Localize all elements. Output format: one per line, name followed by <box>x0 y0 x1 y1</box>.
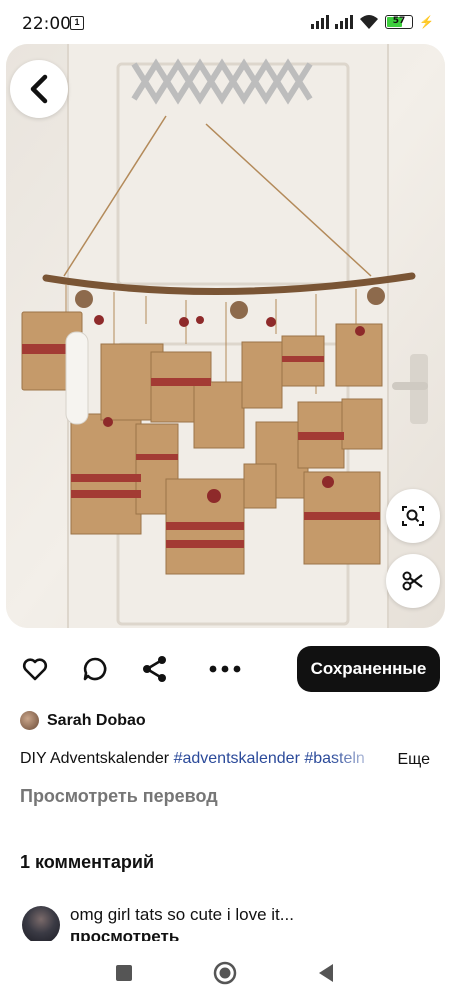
comment-view-more[interactable]: просмотреть <box>70 927 179 941</box>
description-fade <box>330 750 386 772</box>
more-link[interactable]: Еще <box>397 751 430 769</box>
charging-icon: ⚡ <box>419 15 434 29</box>
author-name: Sarah Dobao <box>47 711 146 729</box>
crop-button[interactable] <box>386 554 440 608</box>
visual-search-button[interactable] <box>386 489 440 543</box>
visual-search-icon <box>402 506 424 526</box>
status-bar: 22:00 1 57 ⚡ <box>0 0 450 46</box>
chevron-left-icon <box>30 74 48 104</box>
signal-icon-2 <box>335 15 354 29</box>
home-button[interactable] <box>212 960 238 986</box>
heart-icon <box>22 658 48 681</box>
square-icon <box>116 965 132 981</box>
wifi-icon <box>360 15 379 29</box>
battery-percent: 57 <box>392 16 406 26</box>
status-indicators: 57 ⚡ <box>311 14 434 30</box>
notification-icon: 1 <box>70 16 84 30</box>
pin-image[interactable] <box>6 44 445 628</box>
more-horizontal-icon <box>209 665 241 673</box>
saved-button[interactable]: Сохраненные <box>297 646 440 692</box>
system-nav-bar <box>0 948 450 1000</box>
share-icon <box>143 656 166 682</box>
home-circle-icon <box>213 961 237 985</box>
share-button[interactable] <box>140 654 170 684</box>
comment-button[interactable] <box>80 654 110 684</box>
status-time: 22:00 <box>22 14 71 34</box>
signal-icon <box>311 15 330 29</box>
comment-item[interactable]: omg girl tats so cute i love it... просм… <box>20 903 440 941</box>
like-button[interactable] <box>20 654 50 684</box>
avatar <box>20 711 39 730</box>
description-text: DIY Adventskalender <box>20 750 174 767</box>
translate-link[interactable]: Просмотреть перевод <box>20 786 218 807</box>
scissors-icon <box>402 571 423 591</box>
more-options-button[interactable] <box>208 654 242 684</box>
comment-text: omg girl tats so cute i love it... <box>70 905 294 924</box>
back-nav-button[interactable] <box>313 960 339 986</box>
avatar <box>22 906 60 941</box>
recent-apps-button[interactable] <box>111 960 137 986</box>
chat-bubble-icon <box>83 657 107 681</box>
triangle-back-icon <box>319 964 333 982</box>
author[interactable]: Sarah Dobao <box>20 711 146 730</box>
back-button[interactable] <box>10 60 68 118</box>
battery-icon: 57 <box>385 15 414 29</box>
action-bar: Сохраненные <box>0 646 450 692</box>
advent-calendar-photo <box>6 44 445 628</box>
comments-title: 1 комментарий <box>20 852 155 872</box>
